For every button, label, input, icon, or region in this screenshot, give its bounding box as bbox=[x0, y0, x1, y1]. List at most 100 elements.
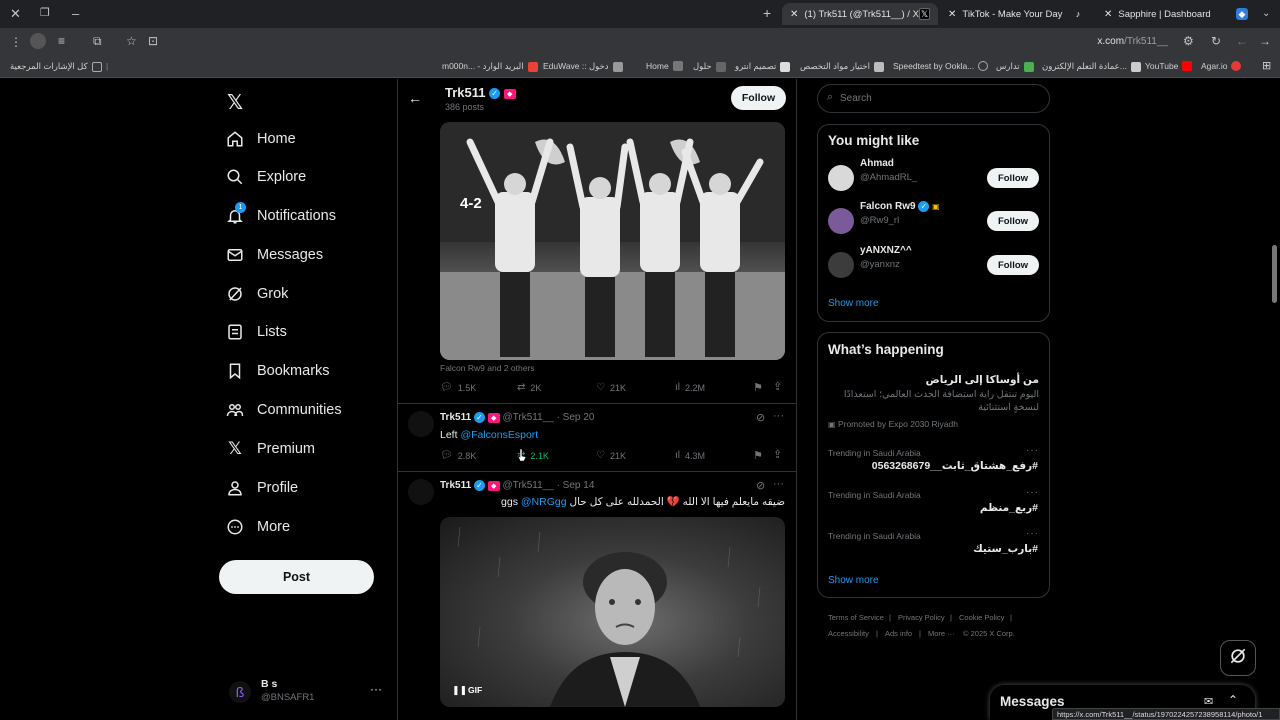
trend-more-icon[interactable]: ··· bbox=[1026, 445, 1039, 456]
suggestion-item[interactable]: Ahmad @AhmadRL_ bbox=[828, 158, 917, 191]
nav-messages[interactable]: Messages bbox=[226, 240, 323, 270]
back-arrow-icon[interactable]: ← bbox=[408, 90, 422, 106]
page-scrollbar[interactable] bbox=[1272, 245, 1277, 303]
views-button[interactable]: ıl 4.3M bbox=[675, 450, 705, 461]
show-more-link[interactable]: Show more bbox=[828, 298, 879, 309]
apps-grid-icon[interactable]: ⊞ bbox=[1262, 59, 1271, 72]
trend-more-icon[interactable]: ··· bbox=[1026, 528, 1039, 539]
trend-item[interactable]: #رفع_هشتاق_ثابت__0563268679 bbox=[872, 460, 1038, 472]
nav-grok[interactable]: Grok bbox=[226, 279, 288, 309]
bookmark-post-icon[interactable]: ⚑ bbox=[753, 449, 763, 462]
x-logo-icon[interactable]: 𝕏 bbox=[227, 90, 243, 115]
bookmark-all[interactable]: كل الإشارات المرجعية bbox=[10, 61, 102, 72]
profile-follow-button[interactable]: Follow bbox=[731, 86, 786, 110]
promoted-trend[interactable]: من أوساكا إلى الرياض اليوم تنتقل راية اس… bbox=[828, 374, 1039, 414]
nav-more[interactable]: More bbox=[226, 512, 290, 542]
bookmark-tadarus[interactable]: تدارس bbox=[996, 61, 1034, 72]
post-button[interactable]: Post bbox=[219, 560, 374, 594]
pause-icon[interactable]: ❚❚ bbox=[452, 685, 467, 696]
post-more-icon[interactable]: ··· bbox=[773, 478, 784, 490]
post-gif[interactable]: ❚❚ GIF bbox=[440, 517, 785, 707]
suggestion-item[interactable]: yANXNZ^^ @yanxnz bbox=[828, 245, 912, 278]
tab-tiktok[interactable]: ✕ TikTok - Make Your Day ♪ bbox=[940, 3, 1092, 25]
bookmark-youtube[interactable]: YouTube bbox=[1145, 61, 1193, 71]
reload-icon[interactable]: ↻ bbox=[1211, 34, 1221, 48]
url-display[interactable]: x.com/Trk511__ bbox=[1097, 36, 1168, 47]
post-more-icon[interactable]: ··· bbox=[773, 410, 784, 422]
nav-explore[interactable]: Explore bbox=[226, 162, 306, 192]
bookmark-intro[interactable]: تصميم انترو bbox=[735, 61, 791, 72]
mention-link[interactable]: @NRGgg bbox=[521, 496, 567, 508]
tab-sapphire[interactable]: ✕ Sapphire | Dashboard ◆ bbox=[1096, 3, 1256, 25]
share-icon[interactable]: ⇪ bbox=[773, 448, 782, 461]
bookmark-courses[interactable]: اختيار مواد التخصص bbox=[800, 61, 885, 72]
media-controls-icon[interactable]: ≡ bbox=[58, 34, 65, 48]
views-button[interactable]: ıl 2.2M bbox=[675, 382, 705, 393]
grok-post-icon[interactable]: ⊘ bbox=[756, 479, 765, 492]
repost-button[interactable]: ⇄ 2K bbox=[517, 382, 541, 393]
privacy-link[interactable]: Privacy Policy bbox=[898, 613, 945, 622]
bookmark-eduwave[interactable]: EduWave :: دخول bbox=[543, 61, 623, 72]
bookmark-elearning[interactable]: عمادة التعلم الإلكترون... bbox=[1042, 61, 1141, 72]
nav-communities[interactable]: Communities bbox=[226, 395, 342, 425]
tab-x-profile[interactable]: ✕ (1) Trk511 (@Trk511__) / X 𝕏 bbox=[782, 3, 938, 25]
profile-avatar-icon[interactable] bbox=[30, 33, 46, 49]
avatar[interactable] bbox=[408, 411, 434, 437]
close-window-icon[interactable]: ✕ bbox=[10, 6, 21, 22]
nav-notifications[interactable]: 1 Notifications bbox=[226, 201, 336, 231]
site-settings-icon[interactable]: ⚙ bbox=[1183, 34, 1194, 48]
terms-link[interactable]: Terms of Service bbox=[828, 613, 884, 622]
grok-floating-button[interactable] bbox=[1220, 640, 1256, 676]
accessibility-link[interactable]: Accessibility bbox=[828, 629, 869, 638]
new-tab-icon[interactable]: + bbox=[763, 5, 771, 21]
suggestion-item[interactable]: Falcon Rw9 ✓ ▣ @Rw9_rl bbox=[828, 201, 940, 234]
grok-post-icon[interactable]: ⊘ bbox=[756, 411, 765, 424]
trend-more-icon[interactable]: ··· bbox=[1026, 487, 1039, 498]
close-tab-icon[interactable]: ✕ bbox=[790, 9, 798, 20]
mention-link[interactable]: @FalconsEsport bbox=[460, 429, 538, 441]
bookmark-agario[interactable]: Agar.io bbox=[1201, 61, 1242, 71]
bookmark-home[interactable]: Home bbox=[646, 61, 683, 71]
menu-dots-icon[interactable]: ⋮ bbox=[10, 35, 22, 49]
search-input[interactable] bbox=[840, 90, 1040, 107]
show-more-link[interactable]: Show more bbox=[828, 575, 879, 586]
close-tab-icon[interactable]: ✕ bbox=[948, 9, 956, 20]
account-more-icon[interactable]: ··· bbox=[370, 682, 382, 696]
nav-bookmarks[interactable]: Bookmarks bbox=[226, 356, 330, 386]
like-button[interactable]: ♡ 21K bbox=[596, 450, 626, 461]
bookmark-speedtest[interactable]: Speedtest by Ookla... bbox=[893, 61, 989, 71]
account-switcher[interactable]: ß B s @BNSAFR1 ··· bbox=[229, 678, 382, 706]
bookmark-post-icon[interactable]: ⚑ bbox=[753, 381, 763, 394]
avatar[interactable] bbox=[408, 479, 434, 505]
reply-button[interactable]: 💬︎ 1.5K bbox=[440, 382, 476, 393]
back-icon[interactable]: → bbox=[1259, 34, 1271, 48]
close-tab-icon[interactable]: ✕ bbox=[1104, 9, 1112, 20]
tab-search-icon[interactable]: ⌄ bbox=[1262, 8, 1270, 19]
follow-button[interactable]: Follow bbox=[987, 168, 1039, 188]
nav-home[interactable]: Home bbox=[226, 124, 296, 154]
cookie-link[interactable]: Cookie Policy bbox=[959, 613, 1004, 622]
bookmark-gmail[interactable]: m000n... - البريد الوارد bbox=[442, 61, 538, 72]
trend-item[interactable]: #بارب_ستيك bbox=[973, 543, 1038, 555]
search-box[interactable]: ⌕ bbox=[817, 84, 1050, 113]
extensions-icon[interactable]: ⧉ bbox=[93, 34, 102, 49]
post-photo[interactable]: 4-2 bbox=[440, 122, 785, 360]
bookmark-solutions[interactable]: حلول bbox=[693, 61, 726, 72]
forward-icon[interactable]: ← bbox=[1236, 34, 1248, 48]
expand-icon[interactable]: ⌃ bbox=[1228, 693, 1238, 707]
trend-item[interactable]: #ربع_منظم bbox=[980, 502, 1038, 514]
like-button[interactable]: ♡ 21K bbox=[596, 382, 626, 393]
follow-button[interactable]: Follow bbox=[987, 211, 1039, 231]
more-footer-link[interactable]: More ··· bbox=[928, 629, 955, 638]
post-author[interactable]: Trk511 ✓ ◆ @Trk511__ · Sep 14 bbox=[440, 480, 594, 491]
share-icon[interactable]: ⇪ bbox=[773, 380, 782, 393]
ads-info-link[interactable]: Ads info bbox=[885, 629, 912, 638]
reply-button[interactable]: 💬︎ 2.8K bbox=[440, 450, 476, 461]
install-app-icon[interactable]: ⊡ bbox=[148, 34, 158, 48]
nav-lists[interactable]: Lists bbox=[226, 317, 287, 347]
post-author[interactable]: Trk511 ✓ ◆ @Trk511__ · Sep 20 bbox=[440, 412, 594, 423]
follow-button[interactable]: Follow bbox=[987, 255, 1039, 275]
nav-profile[interactable]: Profile bbox=[226, 473, 298, 503]
restore-window-icon[interactable]: ❐ bbox=[40, 6, 50, 19]
new-message-icon[interactable]: ✉ bbox=[1204, 695, 1213, 708]
